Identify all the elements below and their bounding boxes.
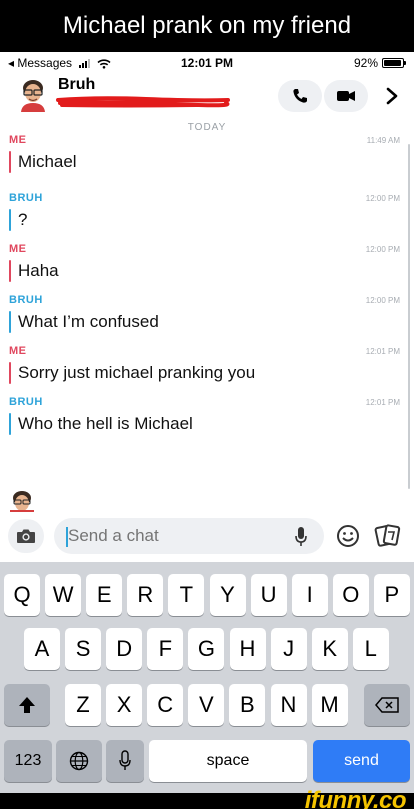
chat-message[interactable]: ME 12:00 PM Haha [0, 243, 414, 291]
message-time: 11:49 AM [366, 136, 400, 145]
message-sender: BRUH [9, 294, 43, 306]
microphone-icon[interactable] [294, 526, 308, 548]
backspace-icon [375, 697, 399, 713]
message-time: 12:01 PM [365, 347, 400, 356]
message-text: Haha [18, 261, 59, 280]
key-e[interactable]: E [86, 574, 123, 616]
key-k[interactable]: K [311, 628, 348, 670]
sender-color-bar [9, 413, 11, 435]
caption: Michael prank on my friend [0, 0, 414, 52]
message-text: Sorry just michael pranking you [18, 363, 256, 382]
camera-icon [17, 529, 35, 543]
chat-details-button[interactable] [382, 82, 402, 110]
battery-percent: 92% [353, 56, 378, 70]
chat-message[interactable]: BRUH 12:00 PM ? [0, 192, 414, 240]
chevron-right-icon [386, 87, 398, 105]
key-f[interactable]: F [147, 628, 184, 670]
key-a[interactable]: A [24, 628, 60, 670]
status-bar: ◂ Messages 12:01 PM 92% [0, 52, 414, 72]
dictation-key[interactable] [106, 740, 144, 782]
video-camera-icon [337, 91, 355, 101]
key-s[interactable]: S [65, 628, 102, 670]
sticker-cards-icon[interactable] [374, 523, 402, 549]
chat-message[interactable]: ME 12:01 PM Sorry just michael pranking … [0, 345, 414, 393]
video-call-button[interactable] [324, 80, 368, 112]
sender-color-bar [9, 151, 11, 173]
smiley-face-icon[interactable] [336, 524, 360, 548]
friend-bitmoji-peek-icon [10, 491, 34, 512]
key-i[interactable]: I [291, 574, 328, 616]
sender-color-bar [9, 362, 11, 384]
message-sender: BRUH [9, 396, 43, 408]
bitmoji-avatar-icon[interactable] [18, 78, 48, 112]
contact-name[interactable]: Bruh [58, 76, 95, 94]
text-caret [66, 527, 68, 547]
key-y[interactable]: Y [209, 574, 246, 616]
key-q[interactable]: Q [4, 574, 40, 616]
message-time: 12:01 PM [365, 398, 400, 407]
key-n[interactable]: N [270, 684, 307, 726]
space-key[interactable]: space [149, 740, 307, 782]
camera-button[interactable] [8, 519, 44, 553]
key-u[interactable]: U [250, 574, 287, 616]
shift-arrow-icon [19, 697, 35, 713]
status-time: 12:01 PM [180, 56, 234, 70]
globe-key[interactable] [56, 740, 102, 782]
key-j[interactable]: J [270, 628, 307, 670]
message-time: 12:00 PM [365, 194, 400, 203]
sender-color-bar [9, 209, 11, 231]
message-text: ? [18, 210, 28, 229]
key-v[interactable]: V [188, 684, 225, 726]
message-text: Who the hell is Michael [18, 414, 193, 433]
battery-status: 92% [353, 56, 406, 70]
chat-message[interactable]: ME 11:49 AM Michael [0, 134, 414, 182]
key-o[interactable]: O [332, 574, 369, 616]
sender-color-bar [9, 311, 11, 333]
message-text: Michael [18, 152, 77, 171]
message-text: What I’m confused [18, 312, 159, 331]
message-sender: BRUH [9, 192, 43, 204]
chat-message[interactable]: BRUH 12:01 PM Who the hell is Michael [0, 396, 414, 444]
globe-icon [69, 751, 89, 771]
phone-icon [293, 89, 307, 103]
key-h[interactable]: H [229, 628, 266, 670]
chat-message[interactable]: BRUH 12:00 PM What I’m confused [0, 294, 414, 342]
key-t[interactable]: T [168, 574, 205, 616]
key-g[interactable]: G [188, 628, 225, 670]
chat-input[interactable] [54, 518, 324, 554]
key-m[interactable]: M [311, 684, 348, 726]
battery-icon [382, 58, 406, 68]
key-d[interactable]: D [106, 628, 143, 670]
message-time: 12:00 PM [365, 296, 400, 305]
key-c[interactable]: C [147, 684, 184, 726]
chat-header: Bruh [0, 72, 414, 120]
send-key[interactable]: send [313, 740, 410, 782]
key-p[interactable]: P [373, 574, 410, 616]
onscreen-keyboard: QWERTYUIOP ASDFGHJKL ZXCVBNM 123 space s… [0, 562, 414, 793]
redaction-scribble [56, 96, 230, 108]
message-time: 12:00 PM [365, 245, 400, 254]
microphone-icon [119, 750, 131, 770]
key-w[interactable]: W [45, 574, 82, 616]
message-sender: ME [9, 345, 27, 357]
key-b[interactable]: B [229, 684, 266, 726]
message-sender: ME [9, 134, 27, 146]
sender-color-bar [9, 260, 11, 282]
watermark: ifunny.co [304, 787, 407, 809]
message-sender: ME [9, 243, 27, 255]
numbers-key[interactable]: 123 [4, 740, 52, 782]
shift-key[interactable] [4, 684, 50, 726]
key-z[interactable]: Z [65, 684, 101, 726]
key-r[interactable]: R [127, 574, 164, 616]
chat-input-bar [0, 512, 414, 558]
watermark-bar: ifunny.co [0, 787, 414, 809]
call-button[interactable] [278, 80, 322, 112]
day-separator: TODAY [187, 122, 227, 133]
key-l[interactable]: L [352, 628, 389, 670]
key-x[interactable]: X [106, 684, 143, 726]
delete-key[interactable] [364, 684, 410, 726]
phone-screen: ◂ Messages 12:01 PM 92% Bruh TODAY ME 11… [0, 52, 414, 793]
